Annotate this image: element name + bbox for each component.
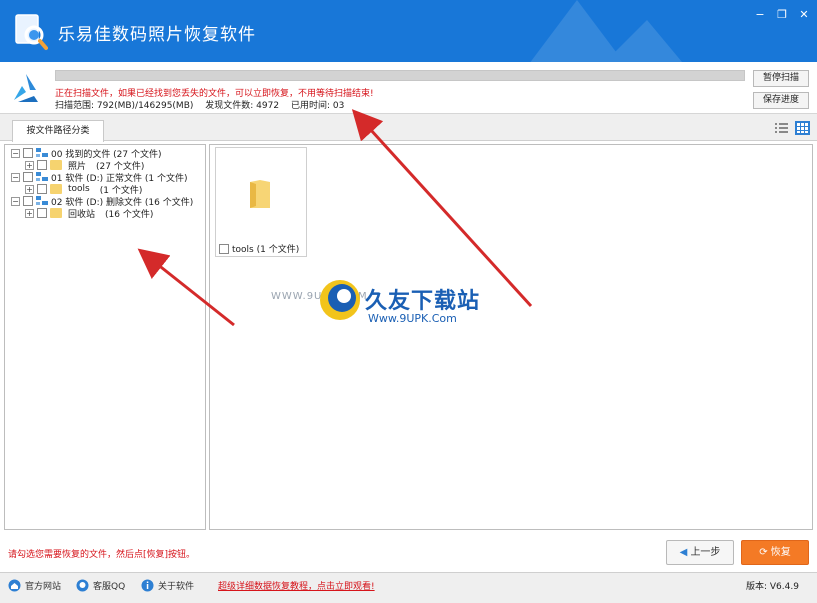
scan-progress-fill (56, 71, 744, 80)
file-card[interactable]: tools (1 个文件) (215, 147, 307, 257)
tree-item-photos[interactable]: + 照片 (27 个文件) (25, 159, 144, 172)
about-label: 关于软件 (158, 582, 195, 592)
watermark-name: 久友下载站 (365, 289, 481, 314)
collapse-icon[interactable]: − (11, 172, 20, 182)
expand-icon[interactable]: + (25, 160, 34, 170)
home-icon (8, 579, 21, 592)
website-label: 官方网站 (25, 582, 62, 592)
drive-icon (36, 196, 48, 205)
tree-item-label: tools (68, 184, 90, 194)
folder-tree: − 00 找到的文件 (27 个文件) + 照片 (27 个文件) − 01 软… (4, 144, 206, 530)
tree-checkbox[interactable] (23, 172, 33, 182)
elapsed-time: 已用时间: 03 (290, 101, 345, 111)
grid-view-icon[interactable] (795, 121, 810, 135)
app-title: 乐易佳数码照片恢复软件 (58, 25, 256, 45)
tree-checkbox[interactable] (23, 148, 33, 158)
scan-recycle-icon (14, 74, 38, 102)
tree-item-tools[interactable]: + tools (1 个文件) (25, 183, 142, 196)
minimize-icon[interactable]: − (752, 8, 768, 21)
save-progress-button[interactable]: 保存进度 (753, 92, 809, 109)
official-website-link[interactable]: 官方网站 (8, 579, 61, 592)
prev-step-button[interactable]: ◀ 上一步 (666, 540, 734, 565)
scan-stats: 扫描范围: 792(MB)/146295(MB) 发现文件数: 4972 已用时… (55, 98, 353, 111)
collapse-icon[interactable]: − (11, 196, 20, 206)
scan-progress-bar (55, 70, 745, 81)
version-label: 版本: V6.4.9 (746, 582, 799, 592)
drive-icon (36, 148, 48, 157)
found-count: 发现文件数: 4972 (205, 101, 280, 111)
folder-icon (50, 184, 62, 194)
qq-icon (76, 579, 89, 592)
watermark-url: Www.9UPK.Com (368, 312, 457, 325)
tree-checkbox[interactable] (37, 160, 47, 170)
tree-checkbox[interactable] (37, 208, 47, 218)
file-label: tools (1 个文件) (232, 245, 300, 255)
folder-icon (50, 208, 62, 218)
close-icon[interactable]: ✕ (796, 8, 812, 21)
expand-icon[interactable]: + (25, 184, 34, 194)
refresh-icon: ⟳ (759, 547, 771, 558)
title-bar: 乐易佳数码照片恢复软件 − ❐ ✕ (0, 0, 817, 62)
qq-label: 客服QQ (93, 582, 126, 592)
tree-checkbox[interactable] (23, 196, 33, 206)
tree-checkbox[interactable] (37, 184, 47, 194)
drive-icon (36, 172, 48, 181)
prev-step-label: 上一步 (690, 547, 721, 558)
file-checkbox[interactable] (219, 243, 229, 254)
scan-range: 扫描范围: 792(MB)/146295(MB) (55, 101, 194, 111)
app-logo-icon (15, 14, 48, 50)
tree-item-normal[interactable]: − 01 软件 (D:) 正常文件 (1 个文件) (11, 171, 188, 184)
pause-scan-button[interactable]: 暂停扫描 (753, 70, 809, 87)
expand-icon[interactable]: + (25, 208, 34, 218)
support-qq-link[interactable]: 客服QQ (76, 579, 125, 592)
tree-item-deleted[interactable]: − 02 软件 (D:) 删除文件 (16 个文件) (11, 195, 193, 208)
tree-item-recycle-bin[interactable]: + 回收站 (16 个文件) (25, 207, 154, 220)
hint-text: 请勾选您需要恢复的文件，然后点[恢复]按钮。 (8, 550, 196, 560)
tab-by-path[interactable]: 按文件路径分类 (12, 120, 104, 142)
recover-button[interactable]: ⟳ 恢复 (741, 540, 809, 565)
about-software-link[interactable]: 关于软件 (141, 579, 194, 592)
tutorial-link[interactable]: 超级详细数据恢复教程，点击立即观看! (218, 579, 375, 592)
collapse-icon[interactable]: − (11, 148, 20, 158)
file-grid: tools (1 个文件) (209, 144, 813, 530)
file-caption: tools (1 个文件) (219, 242, 299, 255)
tab-row: 按文件路径分类 (0, 114, 817, 142)
folder-icon (50, 160, 62, 170)
scan-status-panel: 正在扫描文件，如果已经找到您丢失的文件，可以立即恢复，不用等待扫描结束! 扫描范… (0, 62, 817, 114)
status-bar: 官方网站 客服QQ 关于软件 超级详细数据恢复教程，点击立即观看! 版本: V6… (0, 572, 817, 603)
info-icon (141, 579, 154, 592)
tree-item-found[interactable]: − 00 找到的文件 (27 个文件) (11, 147, 162, 160)
tree-item-label: 回收站 (68, 209, 96, 220)
watermark-logo-icon (320, 280, 360, 320)
tree-item-count: (16 个文件) (105, 209, 154, 220)
recover-label: 恢复 (770, 547, 791, 558)
folder-icon (250, 180, 270, 208)
title-decoration (530, 0, 682, 62)
restore-icon[interactable]: ❐ (774, 8, 790, 21)
list-view-icon[interactable] (774, 121, 789, 135)
back-arrow-icon: ◀ (679, 547, 691, 558)
